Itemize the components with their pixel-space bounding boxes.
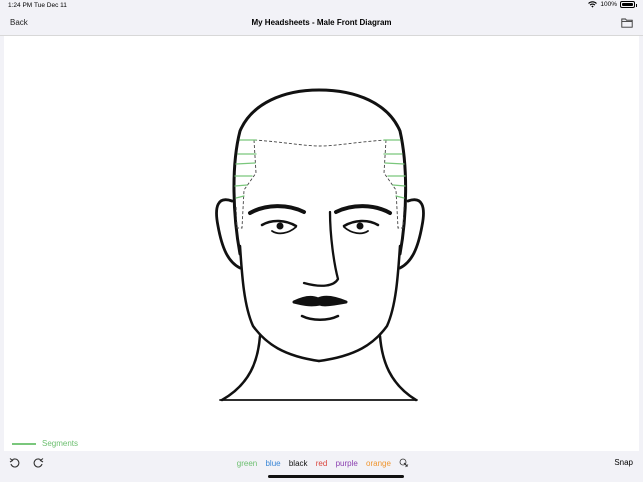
page-title: My Headsheets - Male Front Diagram bbox=[251, 18, 392, 27]
color-blue-button[interactable]: blue bbox=[265, 459, 280, 468]
status-date: Tue Dec 11 bbox=[34, 2, 67, 9]
battery-percent: 100% bbox=[600, 1, 617, 8]
right-eyebrow bbox=[334, 204, 392, 215]
legend-label: Segments bbox=[42, 439, 79, 448]
segments-legend: Segments bbox=[12, 439, 78, 448]
segment-mark bbox=[234, 184, 248, 187]
segment-mark bbox=[392, 184, 406, 187]
snap-button[interactable]: Snap bbox=[614, 458, 633, 467]
left-sideburn-dashed bbox=[235, 139, 257, 229]
color-green-button[interactable]: green bbox=[237, 459, 257, 468]
legend-swatch bbox=[12, 442, 36, 445]
color-red-button[interactable]: red bbox=[316, 459, 328, 468]
color-orange-button[interactable]: orange bbox=[366, 459, 391, 468]
battery-icon bbox=[620, 1, 637, 8]
hairline-top-dashed bbox=[253, 139, 387, 147]
right-neck-line bbox=[378, 334, 418, 402]
male-front-head-diagram bbox=[215, 88, 425, 402]
nose bbox=[302, 210, 340, 287]
left-eyebrow bbox=[248, 204, 306, 215]
folder-icon[interactable] bbox=[621, 17, 633, 28]
segment-mark bbox=[384, 162, 405, 165]
lower-lip bbox=[300, 314, 340, 321]
right-sideburn-dashed bbox=[383, 139, 405, 229]
segment-mark bbox=[395, 195, 405, 199]
wifi-icon bbox=[588, 1, 598, 8]
status-right: 100% bbox=[588, 1, 637, 8]
navigation-bar: Back My Headsheets - Male Front Diagram bbox=[0, 12, 643, 36]
color-black-button[interactable]: black bbox=[289, 459, 308, 468]
segment-mark bbox=[235, 162, 256, 165]
head-outline bbox=[232, 88, 408, 256]
color-purple-button[interactable]: purple bbox=[336, 459, 358, 468]
segment-mark bbox=[235, 195, 245, 199]
diagram-canvas[interactable]: Segments bbox=[4, 36, 639, 451]
home-indicator[interactable] bbox=[268, 475, 404, 478]
left-neck-line bbox=[220, 334, 262, 402]
status-bar: 1:24 PM Tue Dec 11 100% bbox=[0, 0, 643, 12]
upper-lip bbox=[292, 295, 348, 307]
status-time: 1:24 PM bbox=[8, 2, 33, 9]
color-picker: green blue black red purple orange bbox=[0, 458, 643, 468]
pen-select-icon[interactable] bbox=[399, 458, 409, 468]
